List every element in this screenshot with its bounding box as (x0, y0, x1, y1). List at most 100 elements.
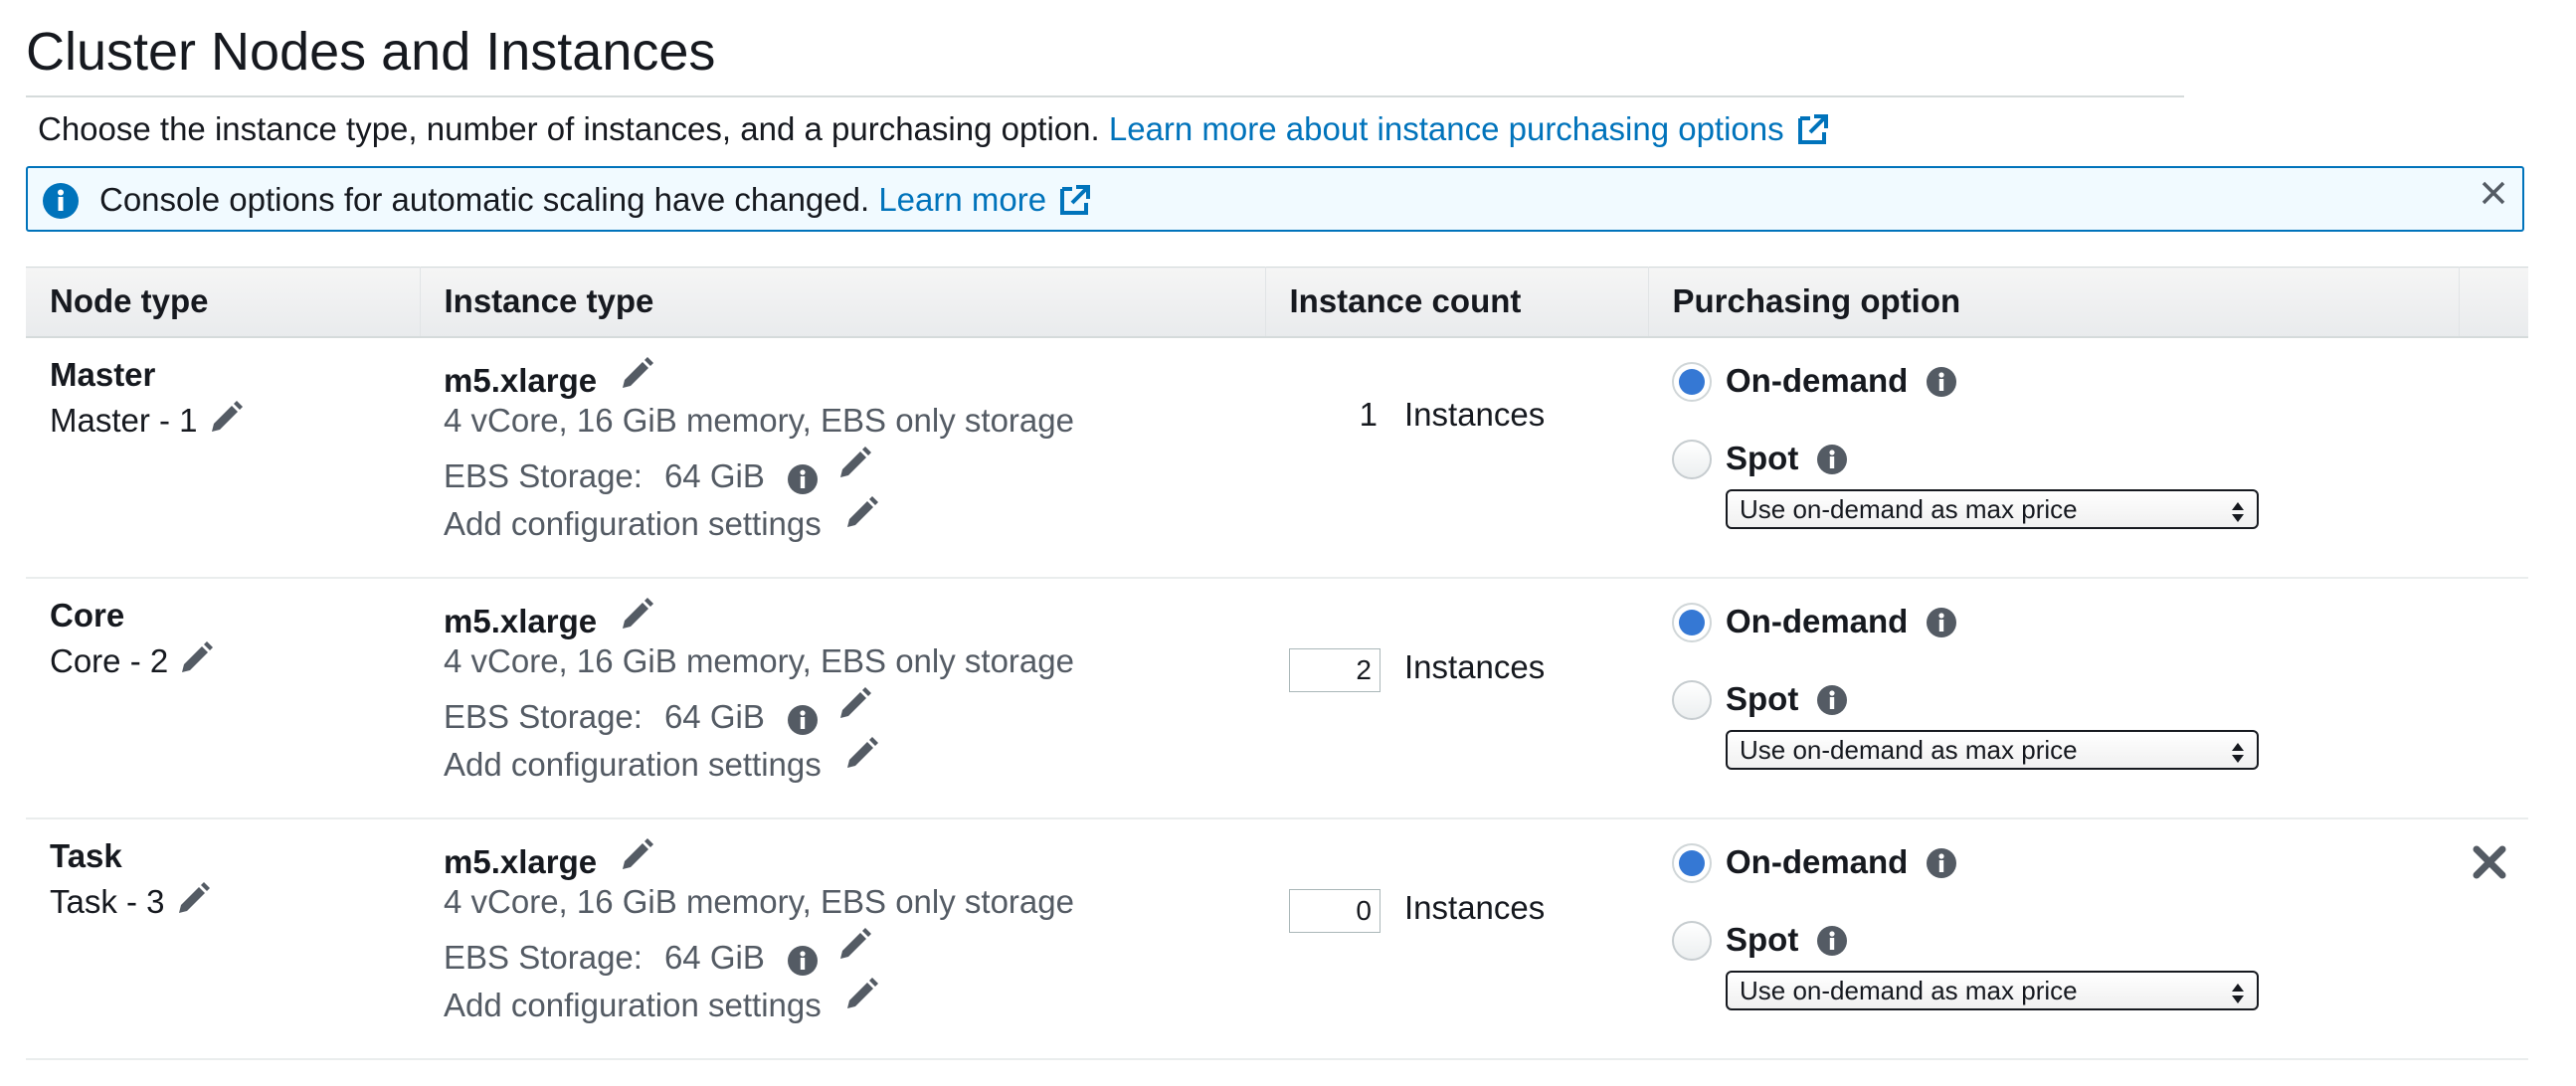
instance-count-unit: Instances (1404, 888, 1546, 926)
instance-type: m5.xlarge (444, 837, 654, 881)
on-demand-label: On-demand (1726, 362, 1957, 406)
spot-text: Spot (1726, 439, 1799, 476)
instance-spec: 4 vCore, 16 GiB memory, EBS only storage (444, 641, 1074, 679)
banner-message: Console options for automatic scaling ha… (99, 180, 1092, 226)
on-demand-radio[interactable] (1672, 842, 1712, 883)
pencil-icon[interactable] (843, 977, 879, 1020)
actions-cell (2459, 336, 2528, 579)
on-demand-radio[interactable] (1672, 361, 1712, 402)
add-config-settings: Add configuration settings (444, 977, 879, 1024)
ebs-value: 64 GiB (663, 697, 765, 735)
select-arrows-icon (2231, 497, 2245, 533)
node-label-text: Master - 1 (50, 401, 198, 439)
instance-count-cell: Instances (1265, 817, 1648, 1060)
max-price-select[interactable]: Use on-demand as max price (1726, 729, 2259, 770)
instance-type-text: m5.xlarge (444, 361, 598, 399)
ebs-label: EBS Storage: (444, 456, 643, 494)
instance-count-cell: 1 Instances (1265, 336, 1648, 579)
on-demand-radio[interactable] (1672, 602, 1712, 642)
cluster-nodes-page: Cluster Nodes and Instances Choose the i… (0, 0, 2576, 1086)
pencil-icon[interactable] (843, 495, 879, 539)
pencil-icon[interactable] (836, 446, 872, 489)
spot-text: Spot (1726, 920, 1799, 958)
ebs-label: EBS Storage: (444, 938, 643, 976)
instance-count-unit: Instances (1404, 647, 1546, 685)
info-icon[interactable] (1926, 607, 1957, 646)
node-label: Core - 2 (50, 640, 214, 684)
info-icon[interactable] (1816, 925, 1848, 965)
max-price-select[interactable]: Use on-demand as max price (1726, 488, 2259, 529)
node-type-name: Master (50, 355, 156, 393)
spot-text: Spot (1726, 679, 1799, 717)
node-type-name: Core (50, 596, 125, 634)
instance-count-input[interactable] (1289, 647, 1380, 692)
info-icon (42, 182, 80, 225)
purchasing-option-cell: On-demand Spot Use on-demand as max pric… (1648, 336, 2459, 579)
pencil-icon[interactable] (208, 400, 244, 444)
external-link-icon (1796, 112, 1830, 155)
instance-count-cell: Instances (1265, 577, 1648, 819)
node-type-cell: Task Task - 3 (26, 817, 420, 1060)
on-demand-label: On-demand (1726, 843, 1957, 887)
pencil-icon[interactable] (178, 640, 214, 684)
pencil-icon[interactable] (619, 837, 654, 881)
add-config-settings: Add configuration settings (444, 736, 879, 784)
instance-spec: 4 vCore, 16 GiB memory, EBS only storage (444, 882, 1074, 920)
ebs-value: 64 GiB (663, 456, 765, 494)
description-text: Choose the instance type, number of inst… (38, 110, 1100, 147)
actions-cell (2459, 577, 2528, 819)
pencil-icon[interactable] (836, 927, 872, 971)
instance-count-input[interactable] (1289, 888, 1380, 933)
pencil-icon[interactable] (843, 736, 879, 780)
pencil-icon[interactable] (619, 356, 654, 400)
on-demand-label: On-demand (1726, 603, 1957, 646)
instance-type-cell: m5.xlarge 4 vCore, 16 GiB memory, EBS on… (420, 817, 1265, 1060)
remove-icon[interactable] (2471, 843, 2508, 886)
banner-message-text: Console options for automatic scaling ha… (99, 181, 870, 218)
section-description: Choose the instance type, number of inst… (38, 109, 1830, 155)
header-actions (2459, 267, 2528, 338)
info-icon[interactable] (1816, 444, 1848, 483)
table-row: Master Master - 1 m5.xlarge 4 vCore, 16 … (26, 336, 2528, 579)
node-label: Master - 1 (50, 400, 244, 444)
instance-type-cell: m5.xlarge 4 vCore, 16 GiB memory, EBS on… (420, 577, 1265, 819)
node-label-text: Task - 3 (50, 882, 165, 920)
add-config-text: Add configuration settings (444, 986, 822, 1023)
learn-more-purchasing-link[interactable]: Learn more about instance purchasing opt… (1109, 110, 1830, 147)
close-icon[interactable] (2479, 178, 2508, 213)
info-icon[interactable] (1926, 366, 1957, 406)
header-purchasing-option: Purchasing option (1648, 267, 2460, 338)
table-header-row: Node type Instance type Instance count P… (26, 267, 2528, 338)
actions-cell (2459, 817, 2528, 1060)
max-price-value: Use on-demand as max price (1740, 493, 2078, 524)
instance-type-text: m5.xlarge (444, 602, 598, 639)
banner-learn-more-link[interactable]: Learn more (878, 181, 1092, 218)
section-title: Cluster Nodes and Instances (26, 20, 2184, 97)
max-price-select[interactable]: Use on-demand as max price (1726, 970, 2259, 1010)
instance-type-cell: m5.xlarge 4 vCore, 16 GiB memory, EBS on… (420, 336, 1265, 579)
pencil-icon[interactable] (836, 686, 872, 730)
select-arrows-icon (2231, 738, 2245, 774)
spot-label: Spot (1726, 440, 1848, 483)
info-icon[interactable] (1816, 684, 1848, 724)
pencil-icon[interactable] (619, 597, 654, 640)
instance-count-unit: Instances (1404, 395, 1546, 433)
spot-radio[interactable] (1672, 920, 1712, 961)
node-label: Task - 3 (50, 881, 211, 925)
table-row: Task Task - 3 m5.xlarge 4 vCore, 16 GiB … (26, 817, 2528, 1060)
pencil-icon[interactable] (175, 881, 211, 925)
ebs-label: EBS Storage: (444, 697, 643, 735)
instance-type: m5.xlarge (444, 356, 654, 400)
instance-spec: 4 vCore, 16 GiB memory, EBS only storage (444, 401, 1074, 439)
on-demand-text: On-demand (1726, 361, 1909, 399)
spot-radio[interactable] (1672, 679, 1712, 720)
header-instance-count: Instance count (1265, 267, 1649, 338)
node-type-name: Task (50, 836, 122, 874)
banner-learn-more-label: Learn more (878, 181, 1047, 218)
add-config-settings: Add configuration settings (444, 495, 879, 543)
learn-more-purchasing-label: Learn more about instance purchasing opt… (1108, 110, 1784, 147)
info-icon[interactable] (1926, 847, 1957, 887)
purchasing-option-cell: On-demand Spot Use on-demand as max pric… (1648, 817, 2459, 1060)
max-price-value: Use on-demand as max price (1740, 975, 2078, 1005)
spot-radio[interactable] (1672, 439, 1712, 479)
